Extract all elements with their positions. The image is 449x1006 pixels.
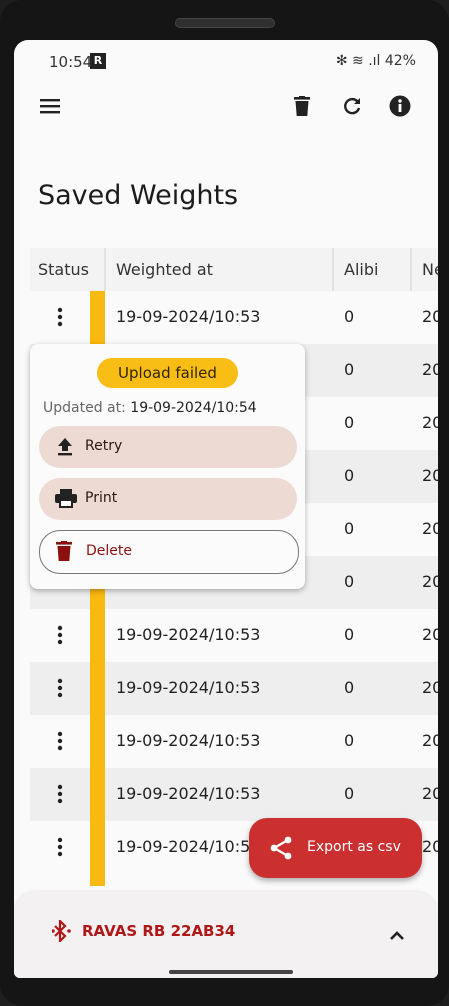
alibi-cell: 0 [344, 307, 355, 326]
app-notification-icon: R [90, 53, 106, 69]
net-cell: 20 [422, 519, 438, 538]
status-time: 10:54 [49, 53, 93, 71]
retry-button[interactable]: Retry [39, 426, 297, 468]
header-weighted-at[interactable]: Weighted at [116, 248, 213, 291]
column-divider [104, 248, 106, 291]
net-cell: 20 [422, 837, 438, 856]
page-title: Saved Weights [38, 180, 239, 211]
net-cell: 20 [422, 784, 438, 803]
table-header: Status Weighted at Alibi Ne [30, 248, 438, 291]
net-cell: 20 [422, 678, 438, 697]
net-cell: 20 [422, 307, 438, 326]
more-vert-icon[interactable] [48, 305, 72, 329]
print-label: Print [85, 490, 118, 506]
upload-icon [55, 436, 77, 458]
header-alibi[interactable]: Alibi [344, 248, 378, 291]
header-status[interactable]: Status [38, 248, 89, 291]
alibi-cell: 0 [344, 519, 355, 538]
speaker-grille [175, 18, 275, 28]
delete-label: Delete [86, 543, 132, 559]
chevron-up-icon[interactable] [390, 926, 404, 945]
weighted-at-cell: 19-09-2024/10:53 [116, 678, 261, 697]
alibi-cell: 0 [344, 572, 355, 591]
toolbar [14, 86, 438, 126]
printer-icon [55, 488, 77, 510]
alibi-cell: 0 [344, 678, 355, 697]
export-csv-button[interactable]: Export as csv [249, 818, 422, 878]
refresh-icon[interactable] [338, 92, 366, 120]
weighted-at-cell: 19-09-2024/10:5 [116, 837, 251, 856]
net-cell: 20 [422, 572, 438, 591]
export-label: Export as csv [307, 839, 401, 855]
more-vert-icon[interactable] [48, 729, 72, 753]
column-divider [410, 248, 412, 291]
updated-at-label: Updated at: [43, 400, 126, 416]
alibi-cell: 0 [344, 466, 355, 485]
trash-icon[interactable] [288, 92, 316, 120]
print-button[interactable]: Print [39, 478, 297, 520]
more-vert-icon[interactable] [48, 835, 72, 859]
net-cell: 20 [422, 731, 438, 750]
more-vert-icon[interactable] [48, 676, 72, 700]
alibi-cell: 0 [344, 731, 355, 750]
column-divider [332, 248, 334, 291]
weighted-at-cell: 19-09-2024/10:53 [116, 731, 261, 750]
updated-at-value: 19-09-2024/10:54 [130, 400, 257, 416]
weighted-at-cell: 19-09-2024/10:53 [116, 625, 261, 644]
header-net[interactable]: Ne [422, 248, 438, 291]
info-icon[interactable] [386, 92, 414, 120]
updated-at-text: Updated at: 19-09-2024/10:54 [43, 400, 257, 416]
net-cell: 20 [422, 466, 438, 485]
menu-icon[interactable] [36, 92, 64, 120]
device-panel[interactable]: RAVAS RB 22AB34 [14, 892, 438, 978]
share-icon [269, 836, 293, 860]
net-cell: 20 [422, 360, 438, 379]
delete-button[interactable]: Delete [39, 530, 299, 574]
alibi-cell: 0 [344, 625, 355, 644]
trash-icon [56, 541, 78, 563]
weighted-at-cell: 19-09-2024/10:53 [116, 784, 261, 803]
app-screen: 10:54 R ✻ ≋ .ıl 42% Saved Weights Status… [14, 40, 438, 978]
net-cell: 20 [422, 625, 438, 644]
row-actions-popup: Upload failed Updated at: 19-09-2024/10:… [30, 344, 305, 589]
more-vert-icon[interactable] [48, 782, 72, 806]
status-icons: ✻ ≋ .ıl 42% [335, 53, 416, 69]
upload-failed-badge: Upload failed [97, 358, 238, 388]
net-cell: 20 [422, 413, 438, 432]
device-name: RAVAS RB 22AB34 [82, 922, 236, 940]
home-indicator[interactable] [169, 970, 293, 974]
weighted-at-cell: 19-09-2024/10:53 [116, 307, 261, 326]
more-vert-icon[interactable] [48, 623, 72, 647]
alibi-cell: 0 [344, 413, 355, 432]
retry-label: Retry [85, 438, 123, 454]
system-status-bar: 10:54 R ✻ ≋ .ıl 42% [14, 40, 438, 82]
alibi-cell: 0 [344, 784, 355, 803]
alibi-cell: 0 [344, 360, 355, 379]
bluetooth-searching-icon [51, 918, 72, 946]
